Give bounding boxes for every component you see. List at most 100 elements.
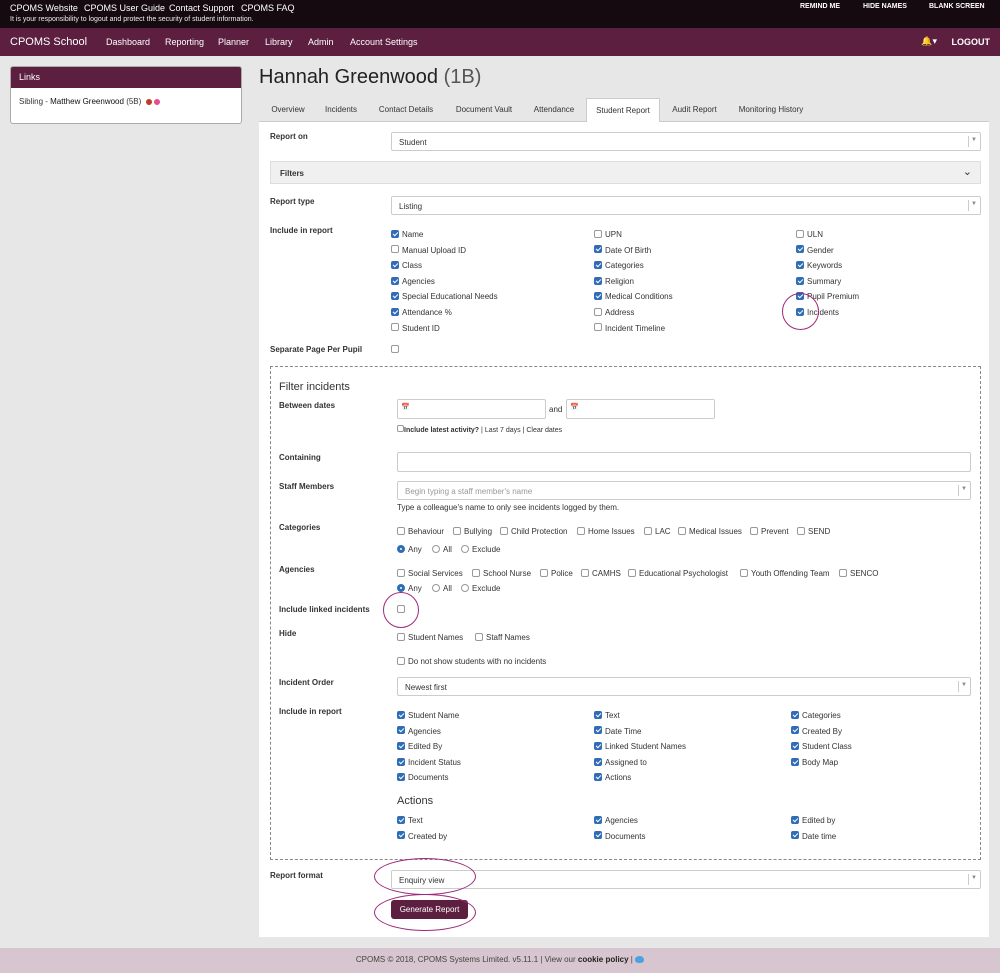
twitter-icon[interactable]	[635, 956, 645, 964]
incident-include-date-time-checkbox[interactable]: Date Time	[594, 726, 641, 736]
incident-include-text-checkbox[interactable]: Text	[594, 710, 620, 720]
incident-include-documents-checkbox[interactable]: Documents	[397, 773, 448, 782]
include-medical-conditions-checkbox[interactable]: Medical Conditions	[594, 292, 673, 301]
nav-reporting[interactable]: Reporting	[165, 37, 204, 47]
hide-student-names-checkbox[interactable]: Student Names	[397, 632, 463, 642]
sibling-link[interactable]: Sibling - Matthew Greenwood (5B)	[11, 88, 241, 115]
include-manual-upload-id-checkbox[interactable]: Manual Upload ID	[391, 245, 466, 255]
no-incidents-checkbox[interactable]: Do not show students with no incidents	[397, 656, 546, 666]
hide-staff-names-checkbox[interactable]: Staff Names	[475, 632, 530, 642]
categories-match-any-radio[interactable]: Any	[397, 544, 422, 554]
agencies-match-all-radio[interactable]: All	[432, 583, 452, 593]
date-from-input[interactable]	[397, 399, 546, 419]
action-text-checkbox[interactable]: Text	[397, 815, 423, 825]
include-attendance-checkbox[interactable]: Attendance %	[391, 307, 452, 317]
category-lac-checkbox[interactable]: LAC	[644, 526, 671, 536]
nav-planner[interactable]: Planner	[218, 37, 249, 47]
category-medical-issues-checkbox[interactable]: Medical Issues	[678, 526, 742, 536]
include-class-checkbox[interactable]: Class	[391, 261, 422, 270]
containing-input[interactable]	[397, 452, 971, 472]
include-agencies-checkbox[interactable]: Agencies	[391, 276, 435, 286]
action-edited-by-checkbox[interactable]: Edited by	[791, 815, 835, 825]
tab-contact-details[interactable]: Contact Details	[369, 98, 443, 122]
staff-members-select[interactable]: Begin typing a staff member's name ▼	[397, 481, 971, 500]
category-child-protection-checkbox[interactable]: Child Protection	[500, 526, 567, 536]
include-incident-timeline-checkbox[interactable]: Incident Timeline	[594, 323, 665, 333]
tab-attendance[interactable]: Attendance	[525, 98, 583, 122]
include-gender-checkbox[interactable]: Gender	[796, 245, 834, 255]
tab-audit-report[interactable]: Audit Report	[663, 98, 726, 122]
agency-school-nurse-checkbox[interactable]: School Nurse	[472, 568, 531, 578]
hide-names-button[interactable]: HIDE NAMES	[863, 3, 907, 10]
agency-social-services-checkbox[interactable]: Social Services	[397, 568, 463, 578]
nav-admin[interactable]: Admin	[308, 37, 334, 47]
faq-link[interactable]: CPOMS FAQ	[241, 3, 295, 13]
report-format-select[interactable]: Enquiry view ▼	[391, 870, 981, 889]
category-prevent-checkbox[interactable]: Prevent	[750, 526, 789, 536]
category-behaviour-checkbox[interactable]: Behaviour	[397, 526, 444, 536]
agency-camhs-checkbox[interactable]: CAMHS	[581, 568, 621, 578]
categories-match-all-radio[interactable]: All	[432, 544, 452, 554]
cpoms-website-link[interactable]: CPOMS Website	[10, 3, 78, 13]
categories-match-exclude-radio[interactable]: Exclude	[461, 544, 500, 554]
agency-senco-checkbox[interactable]: SENCO	[839, 568, 878, 578]
incident-include-incident-status-checkbox[interactable]: Incident Status	[397, 757, 461, 767]
include-religion-checkbox[interactable]: Religion	[594, 276, 634, 286]
agencies-match-exclude-radio[interactable]: Exclude	[461, 583, 500, 593]
incident-include-categories-checkbox[interactable]: Categories	[791, 710, 841, 720]
include-uln-checkbox[interactable]: ULN	[796, 229, 823, 239]
tab-document-vault[interactable]: Document Vault	[446, 98, 522, 122]
tab-monitoring-history[interactable]: Monitoring History	[729, 98, 813, 122]
nav-dashboard[interactable]: Dashboard	[106, 37, 150, 47]
category-home-issues-checkbox[interactable]: Home Issues	[577, 526, 635, 536]
include-address-checkbox[interactable]: Address	[594, 307, 634, 317]
incident-include-assigned-to-checkbox[interactable]: Assigned to	[594, 757, 647, 767]
incident-order-select[interactable]: Newest first ▼	[397, 677, 971, 696]
incident-include-created-by-checkbox[interactable]: Created By	[791, 726, 842, 736]
logout-button[interactable]: LOGOUT	[952, 37, 991, 47]
brand-logo[interactable]: CPOMS School	[10, 36, 87, 48]
incident-include-student-name-checkbox[interactable]: Student Name	[397, 710, 459, 720]
report-type-select[interactable]: Listing ▼	[391, 196, 981, 215]
category-send-checkbox[interactable]: SEND	[797, 526, 830, 536]
include-student-id-checkbox[interactable]: Student ID	[391, 323, 440, 333]
include-name-checkbox[interactable]: Name	[391, 229, 423, 239]
tab-incidents[interactable]: Incidents	[316, 98, 366, 122]
cookie-policy-link[interactable]: cookie policy	[578, 955, 629, 964]
include-categories-checkbox[interactable]: Categories	[594, 261, 644, 270]
nav-account-settings[interactable]: Account Settings	[350, 37, 418, 47]
action-agencies-checkbox[interactable]: Agencies	[594, 815, 638, 825]
incident-include-linked-student-names-checkbox[interactable]: Linked Student Names	[594, 742, 686, 751]
tab-student-report[interactable]: Student Report	[586, 98, 660, 122]
incident-include-student-class-checkbox[interactable]: Student Class	[791, 742, 852, 751]
remind-me-button[interactable]: REMIND ME	[800, 3, 840, 10]
incident-include-edited-by-checkbox[interactable]: Edited By	[397, 742, 442, 751]
date-to-input[interactable]	[566, 399, 715, 419]
report-on-select[interactable]: Student ▼	[391, 132, 981, 151]
tab-overview[interactable]: Overview	[262, 98, 314, 122]
include-summary-checkbox[interactable]: Summary	[796, 276, 841, 286]
incident-include-actions-checkbox[interactable]: Actions	[594, 773, 631, 782]
last-7-days-link[interactable]: Last 7 days	[485, 427, 521, 434]
include-keywords-checkbox[interactable]: Keywords	[796, 261, 842, 270]
user-guide-link[interactable]: CPOMS User Guide	[84, 3, 165, 13]
include-upn-checkbox[interactable]: UPN	[594, 229, 622, 239]
filters-toggle[interactable]: Filters ⌄	[270, 161, 981, 184]
action-created-by-checkbox[interactable]: Created by	[397, 831, 447, 841]
notifications-bell-icon[interactable]: 🔔▾	[921, 36, 937, 47]
incident-include-body-map-checkbox[interactable]: Body Map	[791, 757, 838, 767]
category-bullying-checkbox[interactable]: Bullying	[453, 526, 492, 536]
include-date-of-birth-checkbox[interactable]: Date Of Birth	[594, 245, 651, 255]
agency-youth-offending-team-checkbox[interactable]: Youth Offending Team	[740, 568, 830, 578]
contact-support-link[interactable]: Contact Support	[169, 3, 234, 13]
nav-library[interactable]: Library	[265, 37, 293, 47]
include-special-educational-needs-checkbox[interactable]: Special Educational Needs	[391, 292, 498, 301]
agency-police-checkbox[interactable]: Police	[540, 568, 573, 578]
action-documents-checkbox[interactable]: Documents	[594, 831, 645, 841]
clear-dates-link[interactable]: Clear dates	[526, 427, 562, 434]
agency-educational-psychologist-checkbox[interactable]: Educational Psychologist	[628, 568, 728, 578]
latest-activity-checkbox[interactable]	[397, 425, 404, 434]
action-date-time-checkbox[interactable]: Date time	[791, 831, 836, 841]
incident-include-agencies-checkbox[interactable]: Agencies	[397, 726, 441, 736]
blank-screen-button[interactable]: BLANK SCREEN	[929, 3, 985, 10]
